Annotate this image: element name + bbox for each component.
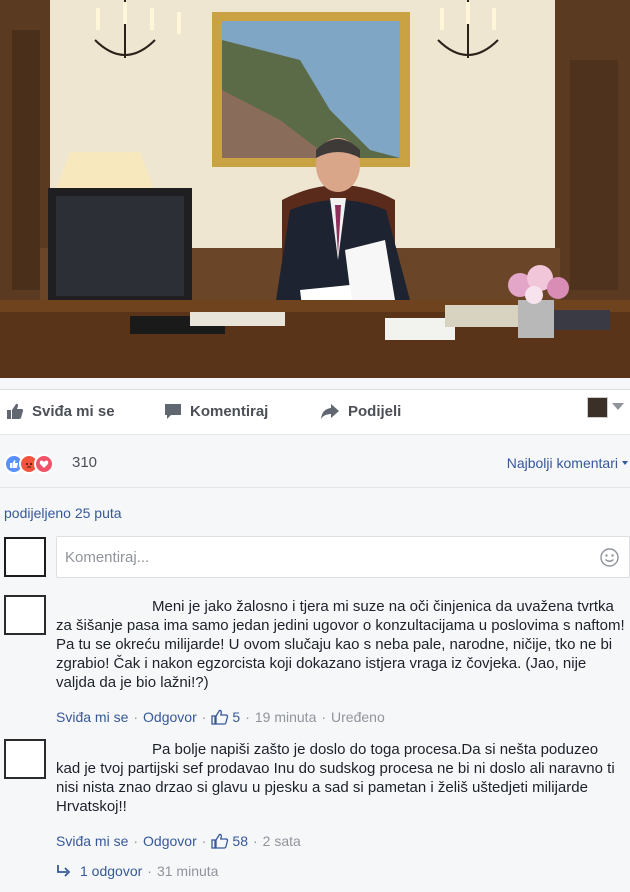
love-reaction-icon [34,454,54,474]
comment-sort-dropdown[interactable]: Najbolji komentari [507,455,628,471]
comment-bubble-icon [165,404,181,419]
post-photo[interactable] [0,0,630,378]
meta-separator: · [133,709,139,725]
reaction-count[interactable]: 310 [72,454,97,471]
replies-count-link[interactable]: 1 odgovor [80,863,142,879]
comment-meta: Sviđa mi se · Odgovor · 5 · 19 minuta · … [56,709,385,725]
comment-body: Meni je jako žalosno i tjera mi suze na … [56,598,625,691]
comment-like-link[interactable]: Sviđa mi se [56,833,128,849]
reactions-row: 310 Najbolji komentari [0,436,630,488]
comment-like-link[interactable]: Sviđa mi se [56,709,128,725]
meta-separator: · [245,709,250,725]
share-count-link[interactable]: podijeljeno 25 puta [4,505,122,521]
meta-separator: · [252,833,258,849]
chevron-down-icon[interactable] [612,403,624,410]
meta-separator: · [133,833,139,849]
comment-sort-label: Najbolji komentari [506,455,618,471]
post-action-bar: Sviđa mi se Komentiraj Podijeli [0,389,630,435]
comment-input[interactable] [57,537,577,577]
thumbs-up-icon [7,403,24,419]
meta-separator: · [201,709,207,725]
comment-button[interactable]: Komentiraj [164,402,268,420]
user-avatar[interactable] [4,537,46,577]
meta-separator: · [201,833,207,849]
comment-edited-label[interactable]: Uređeno [331,709,385,725]
comment-meta: Sviđa mi se · Odgovor · 58 · 2 sata [56,833,301,849]
like-button-label: Sviđa mi se [32,402,115,420]
emoji-icon[interactable] [600,548,619,567]
like-count-value: 58 [232,833,248,849]
comment-reply-link[interactable]: Odgovor [143,833,197,849]
reaction-icons[interactable] [4,454,54,474]
commenter-avatar[interactable] [4,739,46,779]
share-button[interactable]: Podijeli [320,402,401,420]
share-arrow-icon [321,404,339,419]
like-button[interactable]: Sviđa mi se [6,402,115,420]
comment-body: Pa bolje napiši zašto je doslo do toga p… [56,741,615,815]
reply-arrow-icon [57,865,71,877]
thumbs-up-outline-icon [211,833,229,849]
comment-composer [56,536,630,578]
comment-time[interactable]: 19 minuta [255,709,316,725]
comment-like-count[interactable]: 58 [211,833,248,849]
like-count-value: 5 [232,709,241,725]
thumbs-up-outline-icon [211,709,229,725]
comment-time[interactable]: 2 sata [263,833,301,849]
comment-reply-link[interactable]: Odgovor [143,709,197,725]
meta-separator: · [321,709,327,725]
caret-down-icon [622,461,628,465]
meta-separator: · [147,863,152,879]
comment-button-label: Komentiraj [190,402,269,420]
commenter-avatar[interactable] [4,595,46,635]
replies-time: 31 minuta [156,863,219,879]
view-replies[interactable]: 1 odgovor · 31 minuta [56,863,218,879]
share-button-label: Podijeli [348,402,402,420]
comment-like-count[interactable]: 5 [211,709,240,725]
page-avatar[interactable] [587,397,608,418]
